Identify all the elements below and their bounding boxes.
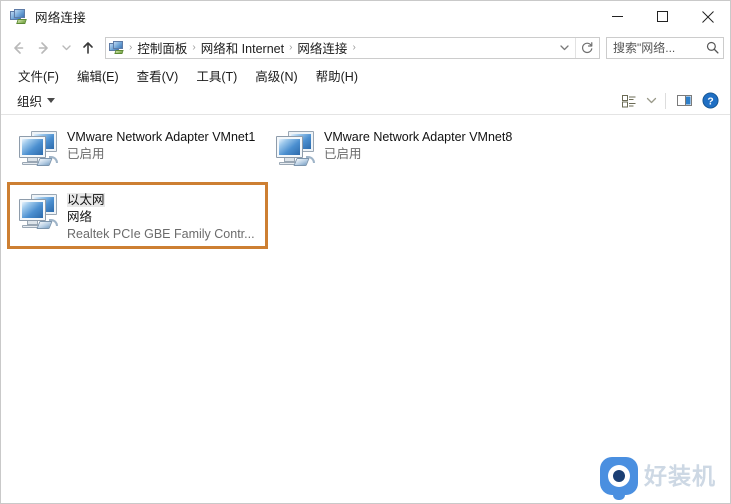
- connection-status: Realtek PCIe GBE Family Contr...: [67, 226, 255, 241]
- forward-arrow-icon[interactable]: [31, 36, 57, 60]
- connection-name: 以太网: [67, 193, 105, 207]
- back-arrow-icon[interactable]: [5, 36, 31, 60]
- menu-item-tools[interactable]: 工具(T): [187, 63, 246, 88]
- help-circle-icon[interactable]: ?: [698, 90, 722, 112]
- preview-pane-icon[interactable]: [672, 90, 696, 112]
- refresh-icon[interactable]: [575, 37, 599, 58]
- title-bar: 网络连接: [1, 1, 730, 32]
- toolbar-right: ?: [617, 90, 722, 112]
- network-adapter-icon: [272, 127, 320, 175]
- connection-subtitle: 网络: [67, 210, 93, 224]
- window-title: 网络连接: [35, 11, 86, 25]
- network-connections-window: 网络连接 › 控制面板 › 网络和 Internet › 网络连接 › 搜索"网…: [0, 0, 731, 504]
- menu-item-view[interactable]: 查看(V): [128, 63, 188, 88]
- list-item[interactable]: VMware Network Adapter VMnet8 已启用: [266, 121, 523, 184]
- toolbar-left: 组织: [11, 88, 61, 113]
- chevron-down-icon: [47, 98, 56, 103]
- breadcrumb: › 控制面板 › 网络和 Internet › 网络连接 ›: [128, 37, 553, 58]
- address-bar-icon: [109, 40, 125, 56]
- eye-logo-icon: [600, 457, 638, 500]
- minimize-button[interactable]: [595, 1, 640, 32]
- chevron-down-icon[interactable]: [553, 38, 575, 58]
- maximize-button[interactable]: [640, 1, 685, 32]
- connection-status: 已启用: [324, 147, 362, 161]
- list-item-text: VMware Network Adapter VMnet1 已启用: [67, 127, 262, 163]
- list-item-text: 以太网 网络 Realtek PCIe GBE Family Contr...: [67, 190, 262, 242]
- close-button[interactable]: [685, 1, 730, 32]
- address-bar[interactable]: › 控制面板 › 网络和 Internet › 网络连接 ›: [105, 36, 600, 59]
- connection-name: VMware Network Adapter VMnet1: [67, 130, 256, 144]
- network-adapter-icon: [15, 190, 63, 238]
- connection-status: 已启用: [67, 147, 105, 161]
- address-bar-row: › 控制面板 › 网络和 Internet › 网络连接 › 搜索"网络...: [1, 32, 730, 63]
- breadcrumb-separator: ›: [352, 42, 356, 53]
- address-bar-controls: [553, 37, 599, 58]
- toolbar: 组织 ?: [1, 87, 730, 115]
- list-item[interactable]: VMware Network Adapter VMnet1 已启用: [9, 121, 266, 184]
- connections-list-area[interactable]: VMware Network Adapter VMnet1 已启用 VMware…: [1, 115, 730, 503]
- search-box[interactable]: 搜索"网络...: [606, 36, 724, 59]
- menu-item-advanced[interactable]: 高级(N): [246, 63, 306, 88]
- watermark-text: 好装机: [644, 462, 716, 489]
- breadcrumb-item-control-panel[interactable]: 控制面板: [133, 37, 191, 58]
- organize-label: 组织: [17, 95, 43, 109]
- menu-bar: 文件(F) 编辑(E) 查看(V) 工具(T) 高级(N) 帮助(H): [1, 63, 730, 87]
- search-icon[interactable]: [701, 38, 723, 58]
- breadcrumb-item-network-connections[interactable]: 网络连接: [293, 37, 351, 58]
- breadcrumb-item-network-internet[interactable]: 网络和 Internet: [197, 37, 288, 58]
- search-input[interactable]: 搜索"网络...: [607, 39, 701, 56]
- menu-item-edit[interactable]: 编辑(E): [68, 63, 128, 88]
- watermark: 好装机: [600, 457, 716, 500]
- up-arrow-icon[interactable]: [75, 36, 101, 60]
- menu-item-file[interactable]: 文件(F): [9, 63, 68, 88]
- network-adapter-icon: [15, 127, 63, 175]
- recent-locations-icon[interactable]: [57, 36, 75, 60]
- connections-grid: VMware Network Adapter VMnet1 已启用 VMware…: [7, 121, 730, 249]
- list-item-ethernet[interactable]: 以太网 网络 Realtek PCIe GBE Family Contr...: [7, 182, 268, 249]
- list-item-text: VMware Network Adapter VMnet8 已启用: [324, 127, 519, 163]
- menu-item-help[interactable]: 帮助(H): [307, 63, 367, 88]
- organize-button[interactable]: 组织: [11, 88, 61, 113]
- view-options-icon[interactable]: [617, 90, 641, 112]
- svg-text:?: ?: [707, 96, 713, 107]
- window-controls: [595, 1, 730, 32]
- view-dropdown-icon[interactable]: [643, 90, 659, 112]
- toolbar-separator: [665, 92, 666, 109]
- connection-name: VMware Network Adapter VMnet8: [324, 130, 513, 144]
- network-connections-icon: [10, 8, 28, 26]
